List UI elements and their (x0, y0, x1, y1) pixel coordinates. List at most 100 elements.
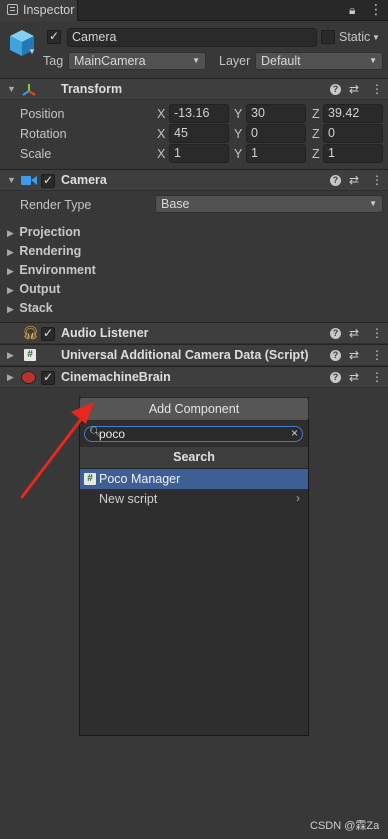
presets-icon[interactable]: ⇄ (349, 348, 359, 362)
render-type-dropdown[interactable]: Base ▼ (155, 195, 383, 213)
presets-icon[interactable]: ⇄ (349, 370, 359, 384)
section-label: Projection (19, 225, 81, 239)
component-title: Audio Listener (61, 326, 149, 340)
static-dropdown-icon[interactable]: ▼ (372, 33, 380, 42)
cinemachine-brain-checkbox[interactable] (41, 370, 55, 385)
rotation-z-field[interactable]: 0 (323, 124, 383, 143)
component-title: Camera (61, 173, 107, 187)
position-z-field[interactable]: 39.42 (323, 104, 383, 123)
tab-inspector[interactable]: Inspector (0, 0, 78, 21)
tab-label: Inspector (23, 3, 75, 17)
position-x-field[interactable]: -13.16 (169, 104, 229, 123)
audio-listener-checkbox[interactable] (41, 326, 55, 341)
active-checkbox[interactable] (47, 29, 61, 44)
presets-icon[interactable]: ⇄ (349, 326, 359, 340)
component-menu-icon[interactable]: ⋮ (371, 348, 383, 362)
rotation-x-field[interactable]: 45 (169, 124, 229, 143)
axis-z-label: Z (312, 127, 320, 141)
tab-strip: Inspector 🔒︎ ⋮ (0, 0, 388, 21)
component-menu-icon[interactable]: ⋮ (371, 82, 383, 96)
section-environment[interactable]: ▶ Environment (7, 263, 96, 277)
more-options-icon[interactable]: ⋮ (369, 1, 383, 18)
axis-y-label: Y (234, 107, 243, 121)
static-label: Static (339, 30, 371, 44)
help-icon[interactable]: ? (330, 350, 341, 361)
presets-icon[interactable]: ⇄ (349, 82, 359, 96)
scale-y-field[interactable]: 1 (246, 144, 306, 163)
layer-dropdown[interactable]: Default ▼ (255, 52, 383, 70)
position-y-field[interactable]: 30 (246, 104, 306, 123)
result-item-new-script[interactable]: New script › (80, 489, 308, 509)
cinemachine-brain-header[interactable]: ▶ CinemachineBrain ? ⇄ ⋮ (0, 366, 388, 388)
result-item-poco-manager[interactable]: # Poco Manager (80, 469, 308, 489)
chevron-right-icon: › (296, 491, 300, 505)
foldout-closed-icon: ▶ (7, 285, 14, 295)
inspector-icon (7, 4, 18, 15)
chevron-down-icon[interactable]: ▼ (28, 47, 36, 56)
section-stack[interactable]: ▶ Stack (7, 301, 53, 315)
foldout-open-icon[interactable]: ▼ (7, 84, 16, 94)
search-results-header: Search (80, 447, 308, 469)
axis-z-label: Z (312, 107, 320, 121)
camera-enabled-checkbox[interactable] (41, 173, 55, 188)
lock-icon[interactable]: 🔒︎ (349, 3, 355, 18)
layer-label: Layer (219, 54, 251, 68)
component-title: Universal Additional Camera Data (Script… (61, 348, 309, 362)
help-icon[interactable]: ? (330, 175, 341, 186)
help-icon[interactable]: ? (330, 328, 341, 339)
foldout-closed-icon: ▶ (7, 304, 14, 314)
camera-icon (21, 176, 37, 185)
static-checkbox[interactable] (321, 30, 335, 44)
additional-camera-data-header[interactable]: ▶ # Universal Additional Camera Data (Sc… (0, 344, 388, 366)
help-icon[interactable]: ? (330, 84, 341, 95)
section-label: Output (19, 282, 61, 296)
foldout-closed-icon[interactable]: ▶ (7, 350, 14, 361)
scale-label: Scale (20, 147, 52, 161)
foldout-closed-icon: ▶ (7, 266, 14, 276)
section-output[interactable]: ▶ Output (7, 282, 60, 296)
rotation-label: Rotation (20, 127, 67, 141)
scale-x-field[interactable]: 1 (169, 144, 229, 163)
section-rendering[interactable]: ▶ Rendering (7, 244, 81, 258)
layer-value: Default (261, 54, 301, 68)
tag-label: Tag (43, 54, 64, 68)
axis-x-label: X (157, 147, 166, 161)
add-component-button[interactable]: Add Component (79, 397, 309, 421)
foldout-open-icon[interactable]: ▼ (7, 175, 16, 185)
component-search-input[interactable]: 🔍︎ poco × (84, 426, 303, 442)
presets-icon[interactable]: ⇄ (349, 173, 359, 187)
component-menu-icon[interactable]: ⋮ (371, 173, 383, 187)
foldout-closed-icon: ▶ (7, 247, 14, 257)
camera-header[interactable]: ▼ Camera ? ⇄ ⋮ (0, 169, 388, 191)
section-label: Stack (19, 301, 53, 315)
audio-listener-header[interactable]: 🎧︎ Audio Listener ? ⇄ ⋮ (0, 322, 388, 344)
rotation-y-field[interactable]: 0 (246, 124, 306, 143)
cinemachine-icon (21, 371, 36, 384)
axis-y-label: Y (234, 147, 243, 161)
render-type-label: Render Type (20, 198, 92, 212)
result-label: New script (99, 492, 158, 506)
gameobject-name-input[interactable]: Camera (67, 28, 317, 47)
section-label: Environment (19, 263, 96, 277)
chevron-down-icon: ▼ (369, 56, 377, 65)
transform-header[interactable]: ▼ Transform ? ⇄ ⋮ (0, 78, 388, 100)
section-label: Rendering (19, 244, 82, 258)
section-projection[interactable]: ▶ Projection (7, 225, 81, 239)
component-menu-icon[interactable]: ⋮ (371, 326, 383, 340)
transform-axis-icon (22, 84, 36, 96)
axis-x-label: X (157, 107, 166, 121)
tag-dropdown[interactable]: MainCamera ▼ (68, 52, 206, 70)
tag-value: MainCamera (74, 54, 146, 68)
clear-icon[interactable]: × (291, 426, 298, 440)
scale-z-field[interactable]: 1 (323, 144, 383, 163)
foldout-closed-icon[interactable]: ▶ (7, 372, 14, 383)
search-query: poco (99, 427, 126, 441)
chevron-down-icon: ▼ (192, 56, 200, 65)
position-label: Position (20, 107, 65, 121)
watermark-text: CSDN @霖Za (310, 820, 380, 832)
axis-z-label: Z (312, 147, 320, 161)
headphones-icon: 🎧︎ (22, 325, 39, 340)
render-type-value: Base (161, 197, 190, 211)
help-icon[interactable]: ? (330, 372, 341, 383)
component-menu-icon[interactable]: ⋮ (371, 370, 383, 384)
